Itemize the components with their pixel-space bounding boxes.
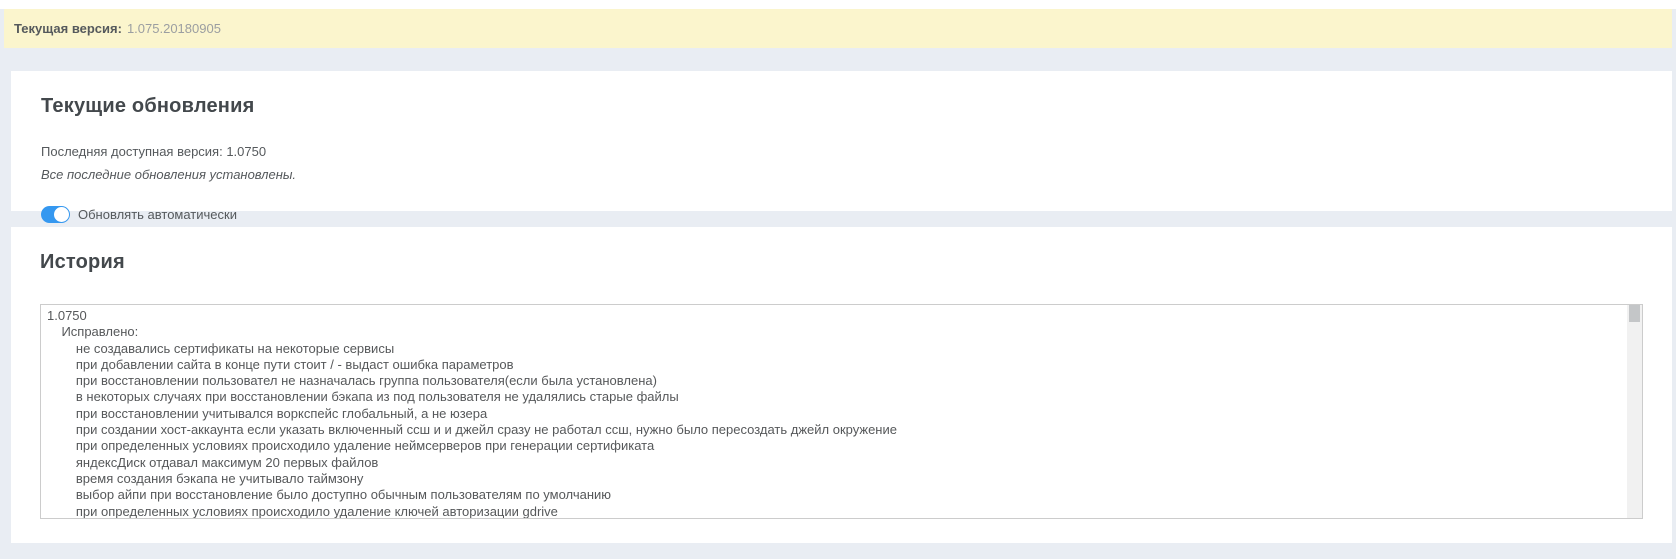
top-strip <box>0 0 1676 9</box>
updates-card-title: Текущие обновления <box>41 95 1642 118</box>
current-version-value: 1.075.20180905 <box>127 21 221 36</box>
latest-version-text: Последняя доступная версия: 1.0750 <box>41 144 1642 159</box>
scrollbar-track[interactable] <box>1627 305 1642 518</box>
auto-update-toggle[interactable] <box>41 206 70 223</box>
current-version-label: Текущая версия: <box>14 21 122 36</box>
toggle-knob-icon <box>54 207 69 222</box>
history-card: История 1.0750 Исправлено: не создавалис… <box>11 227 1672 543</box>
changelog-text: 1.0750 Исправлено: не создавались сертиф… <box>41 305 1642 519</box>
current-version-banner: Текущая версия: 1.075.20180905 <box>4 9 1672 48</box>
auto-update-label: Обновлять автоматически <box>78 207 237 222</box>
history-card-title: История <box>40 251 1643 274</box>
auto-update-row: Обновлять автоматически <box>41 206 1642 223</box>
update-status-text: Все последние обновления установлены. <box>41 167 1642 182</box>
updates-card: Текущие обновления Последняя доступная в… <box>11 71 1672 211</box>
changelog-textarea[interactable]: 1.0750 Исправлено: не создавались сертиф… <box>40 304 1643 519</box>
scrollbar-thumb[interactable] <box>1629 305 1640 322</box>
